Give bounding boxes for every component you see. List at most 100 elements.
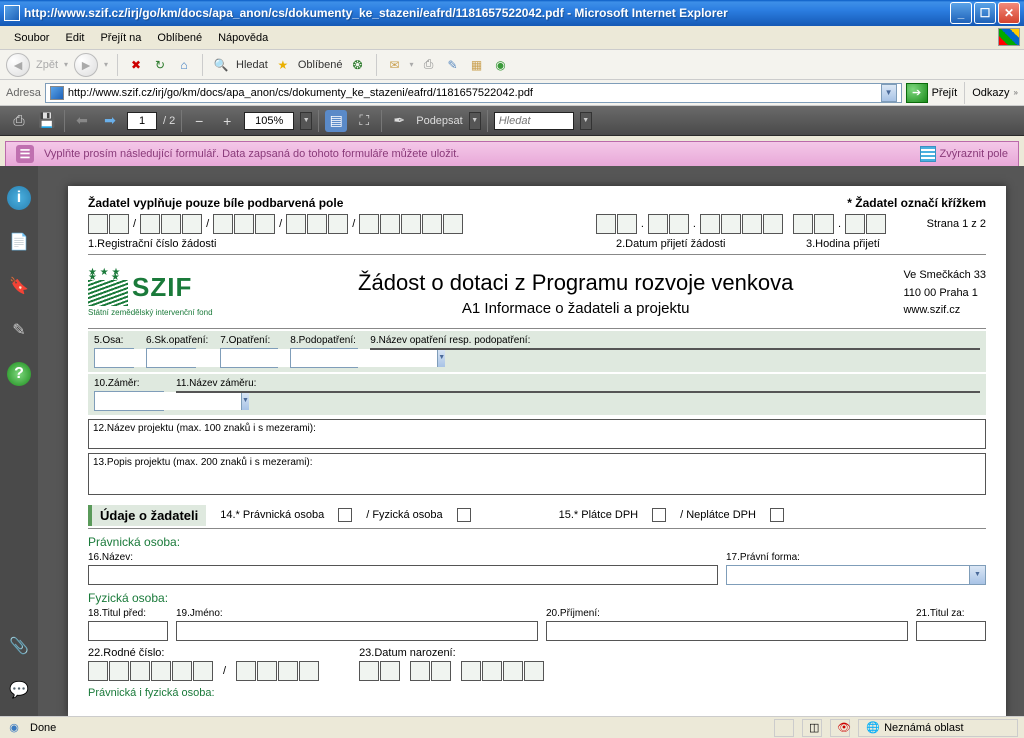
go-button[interactable]: ➔ — [906, 83, 928, 103]
pdf-search-dropdown-icon[interactable]: ▼ — [580, 112, 592, 130]
form-info-icon: ☰ — [16, 145, 34, 163]
field-nazev[interactable] — [88, 565, 718, 585]
header-address: Ve Smečkách 33 110 00 Praha 1 www.szif.c… — [903, 267, 986, 320]
highlight-label: Zvýraznit pole — [940, 148, 1008, 160]
discuss-icon[interactable]: ▦ — [468, 56, 486, 74]
close-button[interactable]: ✕ — [998, 2, 1020, 24]
edit-icon[interactable]: ✎ — [444, 56, 462, 74]
maximize-button[interactable]: ☐ — [974, 2, 996, 24]
status-zone-icon: 🌐 — [865, 720, 881, 736]
menu-file[interactable]: Soubor — [6, 29, 57, 47]
address-dropdown-icon[interactable]: ▼ — [881, 84, 897, 102]
history-icon[interactable]: ❂ — [349, 56, 367, 74]
form-star-note: * Žadatel označí křížkem — [847, 196, 986, 210]
field-podop[interactable] — [291, 349, 437, 367]
form-info-bar: ☰ Vyplňte prosím následující formulář. D… — [5, 141, 1019, 167]
menu-bar: Soubor Edit Přejít na Oblíbené Nápověda — [0, 26, 1024, 50]
field-prijmeni[interactable] — [546, 621, 908, 641]
pdf-fitpage-icon[interactable]: ▤ — [325, 110, 347, 132]
home-icon[interactable]: ⌂ — [175, 56, 193, 74]
print-icon[interactable]: ⎙ — [420, 56, 438, 74]
pdf-sign-icon[interactable]: ✒ — [388, 110, 410, 132]
sb-comment-icon[interactable]: 💬 — [7, 678, 31, 702]
menu-goto[interactable]: Přejít na — [92, 29, 149, 47]
label-f2: 2.Datum přijetí žádosti — [616, 238, 806, 250]
forward-button[interactable]: ► — [74, 53, 98, 77]
field-nazev-zamer[interactable] — [176, 391, 980, 393]
status-privacy-icon[interactable]: 👁 — [837, 720, 851, 736]
pdf-fitwidth-icon[interactable]: ⛶ — [353, 110, 375, 132]
pdf-zoom-dropdown-icon[interactable]: ▼ — [300, 112, 312, 130]
group-legal: Právnická osoba: — [88, 535, 986, 549]
stop-icon[interactable]: ✖ — [127, 56, 145, 74]
status-popup-icon[interactable]: ◫ — [809, 720, 819, 736]
dropdown-icon[interactable]: ▼ — [437, 349, 445, 367]
pdf-zoomin-icon[interactable]: + — [216, 110, 238, 132]
ie-icon — [4, 5, 20, 21]
group-phys: Fyzická osoba: — [88, 591, 986, 605]
field-jmeno[interactable] — [176, 621, 538, 641]
field-zamer[interactable] — [95, 392, 241, 410]
go-label[interactable]: Přejít — [932, 87, 958, 99]
chk-fyzicka[interactable] — [457, 508, 471, 522]
field-titul-pred[interactable] — [88, 621, 168, 641]
section-zadatel: Údaje o žadateli — [88, 505, 206, 526]
field-pravni-forma[interactable] — [727, 566, 969, 584]
chk-pravnicka[interactable] — [338, 508, 352, 522]
szif-logo: ★ ★ ★★ ★ SZIF Státní zemědělský interven… — [88, 270, 248, 317]
pdf-sign-dropdown-icon[interactable]: ▼ — [469, 112, 481, 130]
pdf-print-icon[interactable]: ⎙ — [8, 110, 30, 132]
field-nazev-projektu[interactable]: 12.Název projektu (max. 100 znaků i s me… — [88, 419, 986, 449]
dropdown-icon[interactable]: ▼ — [969, 566, 985, 584]
pdf-page-input[interactable] — [127, 112, 157, 130]
dropdown-icon[interactable]: ▼ — [241, 392, 249, 410]
label-15: 15.* Plátce DPH — [559, 509, 638, 521]
favorites-icon[interactable]: ★ — [274, 56, 292, 74]
pdf-next-icon[interactable]: ➡ — [99, 110, 121, 132]
window-title: http://www.szif.cz/irj/go/km/docs/apa_an… — [24, 6, 948, 20]
sb-edit-icon[interactable]: ✎ — [7, 318, 31, 342]
field-nazev-op[interactable] — [370, 348, 980, 350]
search-label[interactable]: Hledat — [236, 59, 268, 71]
pdf-search-input[interactable] — [494, 112, 574, 130]
menu-edit[interactable]: Edit — [57, 29, 92, 47]
form-info-text: Vyplňte prosím následující formulář. Dat… — [44, 148, 910, 160]
sb-help-icon[interactable]: ? — [7, 362, 31, 386]
chk-platce[interactable] — [652, 508, 666, 522]
menu-favorites[interactable]: Oblíbené — [149, 29, 210, 47]
mail-icon[interactable]: ✉ — [386, 56, 404, 74]
messenger-icon[interactable]: ◉ — [492, 56, 510, 74]
pdf-sign-label[interactable]: Podepsat — [416, 115, 462, 127]
menu-help[interactable]: Nápověda — [210, 29, 276, 47]
pdf-zoom-input[interactable] — [244, 112, 294, 130]
field-titul-za[interactable] — [916, 621, 986, 641]
search-icon[interactable]: 🔍 — [212, 56, 230, 74]
status-done-icon: ◉ — [6, 720, 22, 736]
ie-toolbar: ◄ Zpět ▾ ► ▾ ✖ ↻ ⌂ 🔍 Hledat ★ Oblíbené ❂… — [0, 50, 1024, 80]
form-instruction: Žadatel vyplňuje pouze bíle podbarvená p… — [88, 196, 343, 210]
refresh-icon[interactable]: ↻ — [151, 56, 169, 74]
minimize-button[interactable]: _ — [950, 2, 972, 24]
highlight-fields-button[interactable]: Zvýraznit pole — [920, 146, 1008, 162]
chk-neplatce[interactable] — [770, 508, 784, 522]
logo-text: SZIF — [132, 272, 192, 303]
logo-subtitle: Státní zemědělský intervenční fond — [88, 308, 213, 317]
field-popis-projektu[interactable]: 13.Popis projektu (max. 200 znaků i s me… — [88, 453, 986, 495]
sb-bookmarks-icon[interactable]: 🔖 — [7, 274, 31, 298]
links-label[interactable]: Odkazy — [972, 87, 1009, 99]
sb-attach-icon[interactable]: 📎 — [7, 634, 31, 658]
back-button[interactable]: ◄ — [6, 53, 30, 77]
favorites-label[interactable]: Oblíbené — [298, 59, 343, 71]
sb-pages-icon[interactable]: 📄 — [7, 230, 31, 254]
label-15b: / Neplátce DPH — [680, 509, 756, 521]
page-icon — [50, 86, 64, 100]
sb-info-icon[interactable]: i — [7, 186, 31, 210]
address-combo[interactable]: http://www.szif.cz/irj/go/km/docs/apa_an… — [45, 83, 902, 103]
address-label: Adresa — [6, 87, 41, 99]
pdf-toolbar: ⎙ 💾 ⬅ ➡ / 2 − + ▼ ▤ ⛶ ✒ Podepsat ▼ ▼ — [0, 106, 1024, 136]
pdf-save-icon[interactable]: 💾 — [36, 110, 58, 132]
pdf-prev-icon[interactable]: ⬅ — [71, 110, 93, 132]
pdf-zoomout-icon[interactable]: − — [188, 110, 210, 132]
form-subtitle: A1 Informace o žadateli a projektu — [268, 300, 883, 317]
label-14b: / Fyzická osoba — [366, 509, 442, 521]
